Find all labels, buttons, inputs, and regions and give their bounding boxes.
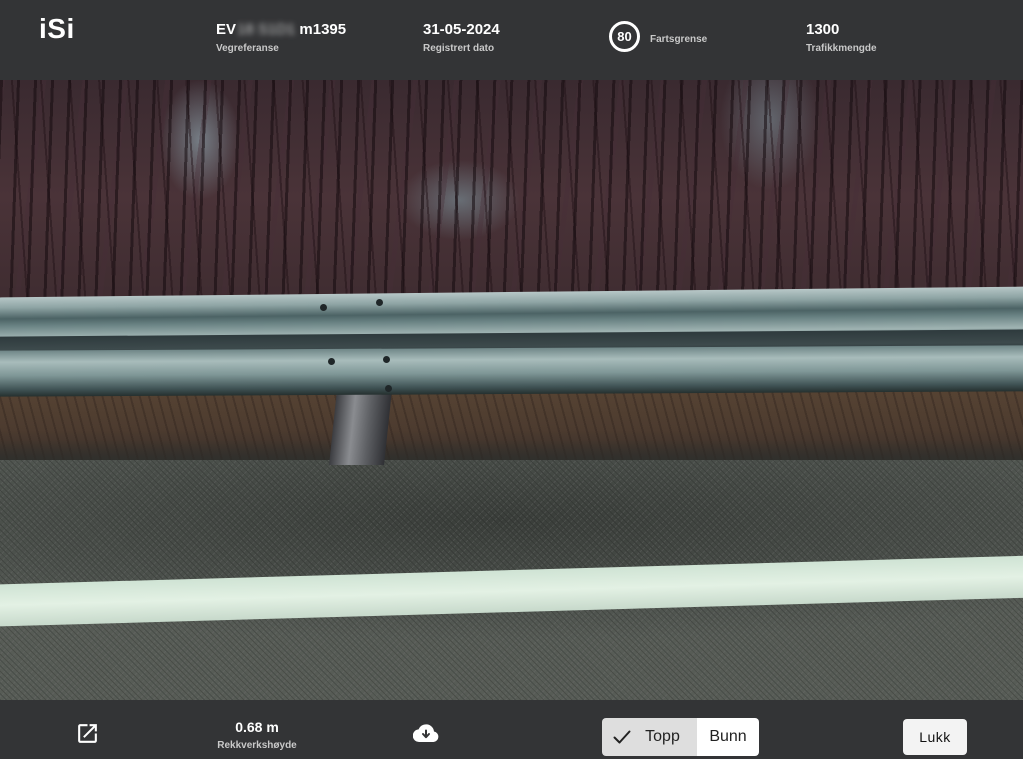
app-logo: iSi [39, 13, 75, 44]
guardrail-photo [0, 80, 1023, 700]
close-button[interactable]: Lukk [903, 719, 967, 755]
cloud-download-icon[interactable] [413, 724, 439, 743]
rail-height-label: Rekkverkshøyde [217, 740, 297, 751]
speed-limit-label: Fartsgrense [650, 34, 708, 45]
road-reference-redacted: 18 S1D1 [237, 21, 296, 38]
traffic-volume: 1300 Trafikkmengde [806, 21, 877, 54]
header-bar: iSi EV18 S1D1 m1395 Vegreferanse 31-05-20… [0, 0, 1023, 80]
traffic-volume-label: Trafikkmengde [806, 43, 877, 54]
photo-rail-lower [0, 345, 1023, 397]
photo-bolt [376, 299, 383, 306]
external-link-icon[interactable] [75, 721, 100, 746]
photo-bolt [328, 358, 335, 365]
road-reference-meter: m1395 [299, 21, 347, 38]
rail-height: 0.68 m Rekkverkshøyde [215, 719, 299, 751]
traffic-volume-value: 1300 [806, 21, 840, 38]
toggle-option-bunn-label: Bunn [709, 728, 747, 745]
speed-limit-sign-icon: 80 [609, 21, 640, 52]
photo-guardrail-post [329, 390, 392, 465]
rail-height-value: 0.68 m [235, 719, 279, 735]
registered-date: 31-05-2024 Registrert dato [423, 21, 500, 54]
toggle-option-topp[interactable]: Topp [602, 718, 697, 756]
footer-bar: 0.68 m Rekkverkshøyde Topp Bunn Lukk [0, 700, 1023, 759]
toggle-option-bunn[interactable]: Bunn [697, 718, 759, 756]
toggle-option-topp-label: Topp [645, 728, 680, 745]
checkmark-icon [613, 730, 631, 744]
photo-bolt [385, 385, 392, 392]
road-reference-prefix: EV [216, 21, 237, 38]
registered-date-label: Registrert dato [423, 43, 495, 54]
road-reference: EV18 S1D1 m1395 Vegreferanse [216, 21, 346, 54]
road-reference-label: Vegreferanse [216, 43, 279, 54]
top-bottom-toggle: Topp Bunn [602, 718, 759, 756]
road-reference-value: EV18 S1D1 m1395 [216, 21, 346, 39]
registered-date-value: 31-05-2024 [423, 21, 500, 38]
photo-bolt [320, 304, 327, 311]
photo-bolt [383, 356, 390, 363]
